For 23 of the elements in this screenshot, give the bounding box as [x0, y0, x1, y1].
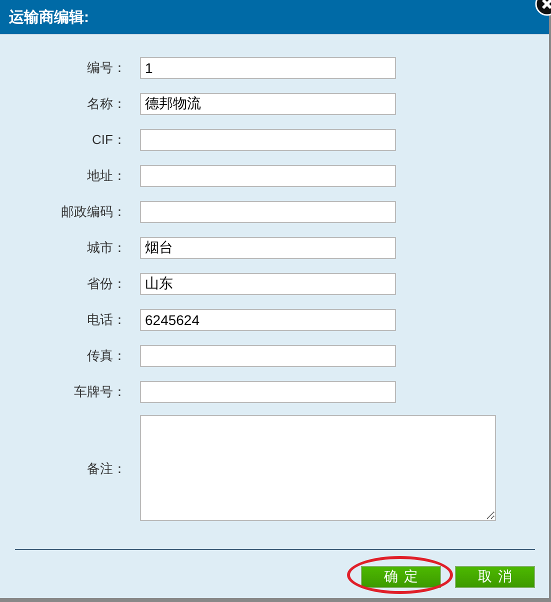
input-field[interactable]: [140, 201, 396, 223]
field-label: 名称：: [87, 95, 126, 113]
input-field[interactable]: [140, 381, 396, 403]
input-field[interactable]: 德邦物流: [140, 93, 396, 115]
input-field[interactable]: 山东: [140, 273, 396, 295]
field-label: 城市：: [87, 239, 126, 257]
input-field[interactable]: 1: [140, 57, 396, 79]
input-field[interactable]: 6245624: [140, 309, 396, 331]
field-label: 地址：: [87, 167, 126, 185]
input-field[interactable]: 烟台: [140, 237, 396, 259]
input-field[interactable]: [140, 165, 396, 187]
input-field[interactable]: [140, 129, 396, 151]
field-label: 电话：: [87, 311, 126, 329]
text-area[interactable]: [140, 415, 496, 521]
field-label: CIF：: [92, 131, 126, 149]
field-label: 编号：: [87, 59, 126, 77]
field-label: 邮政编码：: [61, 203, 126, 221]
input-field[interactable]: [140, 345, 396, 367]
window-title: 运输商编辑:: [9, 8, 89, 26]
field-label: 省份：: [87, 275, 126, 293]
field-label: 备注：: [87, 460, 126, 478]
field-label: 传真：: [87, 347, 126, 365]
field-label: 车牌号：: [74, 383, 126, 401]
